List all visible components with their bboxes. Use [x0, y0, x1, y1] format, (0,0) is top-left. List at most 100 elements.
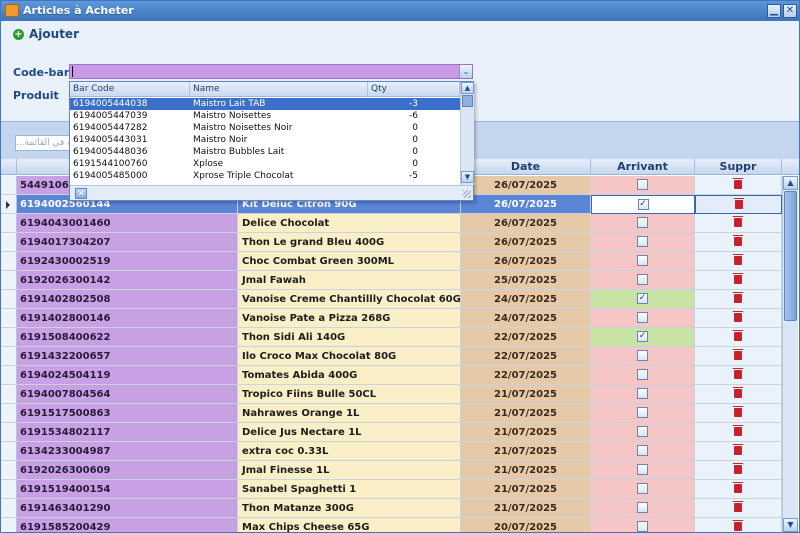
scroll-thumb[interactable] [784, 191, 797, 321]
list-item[interactable]: 6194005447282 Maistro Noisettes Noir 0 [70, 122, 460, 134]
grid-scrollbar[interactable]: ▲ ▼ [782, 176, 798, 532]
row-indicator[interactable] [1, 366, 17, 385]
search-input[interactable]: ...ث في القائمة [15, 135, 75, 151]
date-cell[interactable]: 21/07/2025 [461, 404, 591, 423]
product-name-cell[interactable]: Delice Chocolat [238, 214, 461, 233]
date-cell[interactable]: 22/07/2025 [461, 328, 591, 347]
arrivant-checkbox[interactable] [637, 349, 648, 361]
arrivant-checkbox[interactable] [637, 368, 648, 380]
date-cell[interactable]: 26/07/2025 [461, 233, 591, 252]
date-cell[interactable]: 21/07/2025 [461, 385, 591, 404]
product-name-cell[interactable]: Vanoise Pate a Pizza 268G [238, 309, 461, 328]
date-cell[interactable]: 22/07/2025 [461, 366, 591, 385]
arrivant-checkbox[interactable] [637, 482, 648, 494]
arrivant-checkbox[interactable] [637, 311, 648, 323]
table-row[interactable]: 6192430002519 Choc Combat Green 300ML 26/0… [1, 252, 782, 271]
row-indicator[interactable] [1, 423, 17, 442]
barcode-cell[interactable]: 6191432200657 [17, 347, 238, 366]
chevron-down-icon[interactable]: ⌄ [459, 65, 472, 78]
product-name-cell[interactable]: Tropico Fiins Bulle 50CL [238, 385, 461, 404]
date-cell[interactable]: 26/07/2025 [461, 176, 591, 195]
row-indicator[interactable] [1, 309, 17, 328]
trash-icon[interactable] [733, 386, 743, 398]
row-indicator[interactable] [1, 271, 17, 290]
list-item[interactable]: 6194005444038 Maistro Lait TAB -3 [70, 98, 460, 110]
table-row[interactable]: 6191585200429 Max Chips Cheese 65G 20/07/2… [1, 518, 782, 532]
popup-scroll-up-button[interactable]: ▲ [461, 82, 474, 94]
arrivant-checkbox[interactable] [637, 273, 648, 285]
table-row[interactable]: 6191517500863 Nahrawes Orange 1L 21/07/202… [1, 404, 782, 423]
barcode-cell[interactable]: 6191402802508 [17, 290, 238, 309]
table-row[interactable]: 6134233004987 extra coc 0.33L 21/07/2025 [1, 442, 782, 461]
row-indicator[interactable] [1, 214, 17, 233]
header-suppr[interactable]: Suppr [695, 159, 782, 175]
resize-grip-icon[interactable] [463, 190, 471, 198]
scroll-up-button[interactable]: ▲ [783, 176, 798, 190]
trash-icon[interactable] [733, 500, 743, 512]
barcode-cell[interactable]: 6191519400154 [17, 480, 238, 499]
date-cell[interactable]: 24/07/2025 [461, 309, 591, 328]
product-name-cell[interactable]: Jmal Fawah [238, 271, 461, 290]
list-item[interactable]: 6194005447039 Maistro Noisettes -6 [70, 110, 460, 122]
arrivant-checkbox[interactable]: ✓ [637, 330, 648, 342]
product-name-cell[interactable]: Thon Sidi Ali 140G [238, 328, 461, 347]
arrivant-checkbox[interactable]: ✓ [637, 198, 649, 210]
header-arrivant[interactable]: Arrivant [591, 159, 695, 175]
trash-icon[interactable] [733, 462, 743, 474]
trash-icon[interactable] [733, 443, 743, 455]
trash-icon[interactable] [733, 481, 743, 493]
popup-header-code[interactable]: Bar Code [70, 82, 190, 97]
arrivant-checkbox[interactable] [637, 235, 648, 247]
row-indicator[interactable] [1, 461, 17, 480]
trash-icon[interactable] [733, 367, 743, 379]
add-button[interactable]: + Ajouter [13, 26, 79, 42]
row-indicator[interactable] [1, 233, 17, 252]
table-row[interactable]: 6194017304207 Thon Le grand Bleu 400G 26/0… [1, 233, 782, 252]
table-row[interactable]: 6191402800146 Vanoise Pate a Pizza 268G 24… [1, 309, 782, 328]
product-name-cell[interactable]: Thon Matanze 300G [238, 499, 461, 518]
barcode-input[interactable]: ⌄ [69, 64, 473, 79]
arrivant-checkbox[interactable]: ✓ [637, 292, 648, 304]
barcode-cell[interactable]: 6191534802117 [17, 423, 238, 442]
date-cell[interactable]: 26/07/2025 [461, 214, 591, 233]
table-row[interactable]: 6191534802117 Delice Jus Nectare 1L 21/07/… [1, 423, 782, 442]
barcode-cell[interactable]: 6194007804564 [17, 385, 238, 404]
row-indicator[interactable] [1, 442, 17, 461]
table-row[interactable]: 6191508400622 Thon Sidi Ali 140G 22/07/202… [1, 328, 782, 347]
row-indicator[interactable] [1, 385, 17, 404]
arrivant-checkbox[interactable] [637, 463, 648, 475]
trash-icon[interactable] [733, 424, 743, 436]
table-row[interactable]: 6191519400154 Sanabel Spaghetti 1 21/07/20… [1, 480, 782, 499]
popup-header-name[interactable]: Name [190, 82, 368, 97]
table-row[interactable]: 6194024504119 Tomates Abida 400G 22/07/202… [1, 366, 782, 385]
barcode-cell[interactable]: 6191402800146 [17, 309, 238, 328]
barcode-cell[interactable]: 6192430002519 [17, 252, 238, 271]
arrivant-checkbox[interactable] [637, 501, 648, 513]
table-row[interactable]: 6192026300142 Jmal Fawah 25/07/2025 [1, 271, 782, 290]
barcode-cell[interactable]: 6191585200429 [17, 518, 238, 532]
trash-icon[interactable] [733, 177, 743, 189]
trash-icon[interactable] [733, 405, 743, 417]
table-row[interactable]: 6194043001460 Delice Chocolat 26/07/2025 [1, 214, 782, 233]
date-cell[interactable]: 21/07/2025 [461, 480, 591, 499]
barcode-cell[interactable]: 6194017304207 [17, 233, 238, 252]
date-cell[interactable]: 20/07/2025 [461, 518, 591, 532]
arrivant-checkbox[interactable] [637, 425, 648, 437]
list-item[interactable]: 6194005443031 Maistro Noir 0 [70, 134, 460, 146]
date-cell[interactable]: 21/07/2025 [461, 423, 591, 442]
arrivant-checkbox[interactable] [637, 520, 648, 532]
list-item[interactable]: 6191544100760 Xplose 0 [70, 158, 460, 170]
row-indicator[interactable] [1, 347, 17, 366]
trash-icon[interactable] [733, 215, 743, 227]
popup-close-icon[interactable]: ✕ [75, 188, 87, 199]
barcode-cell[interactable]: 6134233004987 [17, 442, 238, 461]
trash-icon[interactable] [733, 291, 743, 303]
trash-icon[interactable] [733, 253, 743, 265]
date-cell[interactable]: 26/07/2025 [461, 195, 591, 214]
barcode-cell[interactable]: 6192026300609 [17, 461, 238, 480]
row-indicator[interactable] [1, 480, 17, 499]
trash-icon[interactable] [733, 272, 743, 284]
arrivant-checkbox[interactable] [637, 406, 648, 418]
product-name-cell[interactable]: Vanoise Creme Chantillly Chocolat 60G [238, 290, 461, 309]
barcode-cell[interactable]: 6194043001460 [17, 214, 238, 233]
